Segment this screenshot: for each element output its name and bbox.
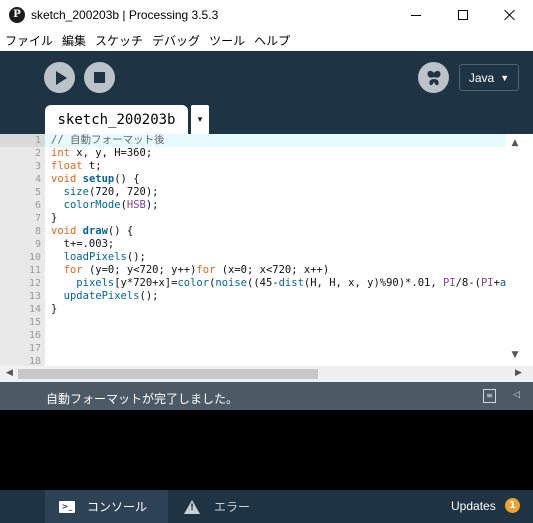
code-line: for (y=0; y<720; y++)for (x=0; x<720; x+… bbox=[63, 264, 330, 276]
line-number: 8 bbox=[34, 226, 41, 237]
menu-tools[interactable]: ツール bbox=[209, 32, 245, 49]
collapse-icon[interactable]: ◁ bbox=[513, 390, 520, 400]
menu-help[interactable]: ヘルプ bbox=[254, 32, 290, 49]
title-bar: P sketch_200203b | Processing 3.5.3 bbox=[0, 0, 533, 30]
window-title: sketch_200203b | Processing 3.5.3 bbox=[31, 8, 219, 22]
code-line: t+=.003; bbox=[51, 238, 115, 250]
code-line: loadPixels(); bbox=[63, 251, 146, 263]
tab-sketch[interactable]: sketch_200203b bbox=[45, 105, 188, 134]
line-number: 13 bbox=[28, 291, 41, 302]
menu-bar: ファイル 編集 スケッチ デバッグ ツール ヘルプ bbox=[0, 30, 533, 51]
menu-debug[interactable]: デバッグ bbox=[152, 32, 200, 49]
line-number: 1 bbox=[34, 135, 41, 146]
code-editor: 1 2 3 4 5 6 7 8 9 10 11 12 13 14 15 16 1… bbox=[0, 134, 533, 367]
console-icon: >_ bbox=[59, 500, 75, 513]
bottom-bar: >_ コンソール エラー Updates 1 bbox=[0, 490, 533, 523]
debugger-button[interactable] bbox=[418, 62, 449, 93]
line-number: 4 bbox=[34, 174, 41, 185]
play-icon bbox=[55, 70, 67, 85]
horizontal-scroll-thumb[interactable] bbox=[18, 369, 318, 379]
line-number: 10 bbox=[28, 252, 41, 263]
console-tab-label: コンソール bbox=[87, 500, 148, 514]
toolbar: Java ▼ bbox=[0, 51, 533, 104]
stop-icon bbox=[94, 72, 105, 83]
chevron-down-icon: ▼ bbox=[500, 72, 510, 83]
code-text-area[interactable]: // 自動フォーマット後 int x, y, H=360; float t; v… bbox=[45, 134, 506, 366]
line-number-gutter: 1 2 3 4 5 6 7 8 9 10 11 12 13 14 15 16 1… bbox=[0, 134, 45, 367]
updates-link[interactable]: Updates bbox=[451, 499, 496, 513]
tab-bar: sketch_200203b ▾ bbox=[0, 104, 533, 134]
line-number: 14 bbox=[28, 304, 41, 315]
stop-button[interactable] bbox=[84, 62, 115, 93]
menu-file[interactable]: ファイル bbox=[5, 32, 53, 49]
clipboard-icon[interactable]: ≡ bbox=[483, 389, 496, 403]
code-line: colorMode(HSB); bbox=[63, 199, 159, 211]
tab-console[interactable]: >_ コンソール bbox=[45, 490, 168, 523]
line-number: 16 bbox=[28, 330, 41, 341]
close-button[interactable] bbox=[487, 0, 533, 30]
line-number: 17 bbox=[28, 343, 41, 354]
code-line: } bbox=[51, 212, 58, 224]
vertical-scrollbar[interactable]: ▲ ▼ bbox=[506, 134, 533, 366]
menu-edit[interactable]: 編集 bbox=[62, 32, 86, 49]
code-line: pixels[y*720+x]=color(noise((45-dist(H, … bbox=[76, 277, 506, 289]
code-line: // 自動フォーマット後 bbox=[51, 134, 165, 146]
butterfly-icon bbox=[427, 70, 440, 85]
line-number: 9 bbox=[34, 239, 41, 250]
maximize-button[interactable] bbox=[440, 0, 486, 30]
scroll-left-icon[interactable]: ◀ bbox=[6, 368, 13, 378]
code-line: } bbox=[51, 303, 58, 315]
line-number: 11 bbox=[28, 265, 41, 276]
close-icon bbox=[504, 9, 516, 21]
run-button[interactable] bbox=[44, 62, 75, 93]
code-line: int x, y, H=360; bbox=[51, 147, 153, 159]
line-number: 5 bbox=[34, 187, 41, 198]
status-message: 自動フォーマットが完了しました。 bbox=[46, 392, 239, 406]
horizontal-scrollbar[interactable]: ◀ ▶ bbox=[0, 366, 533, 382]
warning-icon bbox=[184, 499, 200, 514]
errors-tab-label: エラー bbox=[214, 500, 251, 514]
scroll-right-icon[interactable]: ▶ bbox=[515, 368, 522, 378]
line-number: 12 bbox=[28, 278, 41, 289]
line-number: 15 bbox=[28, 317, 41, 328]
status-bar: 自動フォーマットが完了しました。 ≡ ◁ bbox=[0, 382, 533, 410]
code-line: size(720, 720); bbox=[63, 186, 159, 198]
menu-sketch[interactable]: スケッチ bbox=[95, 32, 143, 49]
mode-label: Java bbox=[468, 70, 495, 85]
maximize-icon bbox=[458, 10, 468, 20]
code-line: void draw() { bbox=[51, 225, 134, 237]
console-output[interactable] bbox=[0, 410, 533, 490]
processing-app-icon: P bbox=[9, 7, 25, 23]
line-number: 3 bbox=[34, 161, 41, 172]
mode-selector[interactable]: Java ▼ bbox=[459, 64, 519, 91]
minimize-button[interactable] bbox=[393, 0, 439, 30]
line-number: 7 bbox=[34, 213, 41, 224]
scroll-down-icon[interactable]: ▼ bbox=[510, 350, 520, 360]
code-line: updatePixels(); bbox=[63, 290, 159, 302]
line-number: 6 bbox=[34, 200, 41, 211]
line-number: 2 bbox=[34, 148, 41, 159]
code-line: void setup() { bbox=[51, 173, 140, 185]
code-line: float t; bbox=[51, 160, 102, 172]
updates-badge[interactable]: 1 bbox=[505, 498, 520, 513]
tab-menu-button[interactable]: ▾ bbox=[191, 105, 209, 134]
tab-errors[interactable]: エラー bbox=[170, 490, 270, 523]
minimize-icon bbox=[411, 14, 421, 16]
scroll-up-icon[interactable]: ▲ bbox=[510, 138, 520, 148]
